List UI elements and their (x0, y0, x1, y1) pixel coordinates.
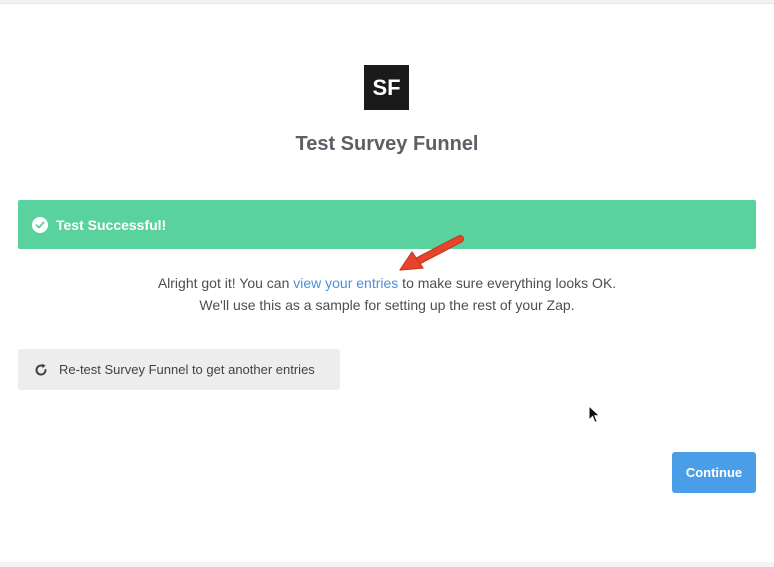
message-prefix: Alright got it! You can (157, 275, 294, 291)
continue-button[interactable]: Continue (672, 452, 756, 493)
check-circle-icon (32, 216, 48, 233)
refresh-icon (33, 362, 49, 378)
main-panel: SF Test Survey Funnel Test Successful! A… (0, 3, 774, 562)
view-entries-link[interactable]: view your entries (293, 275, 398, 291)
page-title: Test Survey Funnel (295, 133, 479, 155)
success-alert: Test Successful! (18, 200, 756, 249)
result-message-line1: Alright got it! You can view your entrie… (0, 272, 774, 294)
app-logo-text: SF (372, 74, 401, 100)
retest-button-label: Re-test Survey Funnel to get another ent… (59, 362, 315, 377)
success-alert-text: Test Successful! (56, 216, 167, 233)
retest-button[interactable]: Re-test Survey Funnel to get another ent… (18, 349, 340, 390)
result-message: Alright got it! You can view your entrie… (0, 272, 774, 316)
result-message-line2: We'll use this as a sample for setting u… (199, 297, 575, 313)
message-suffix: to make sure everything looks OK. (398, 275, 617, 291)
app-logo: SF (364, 65, 409, 110)
